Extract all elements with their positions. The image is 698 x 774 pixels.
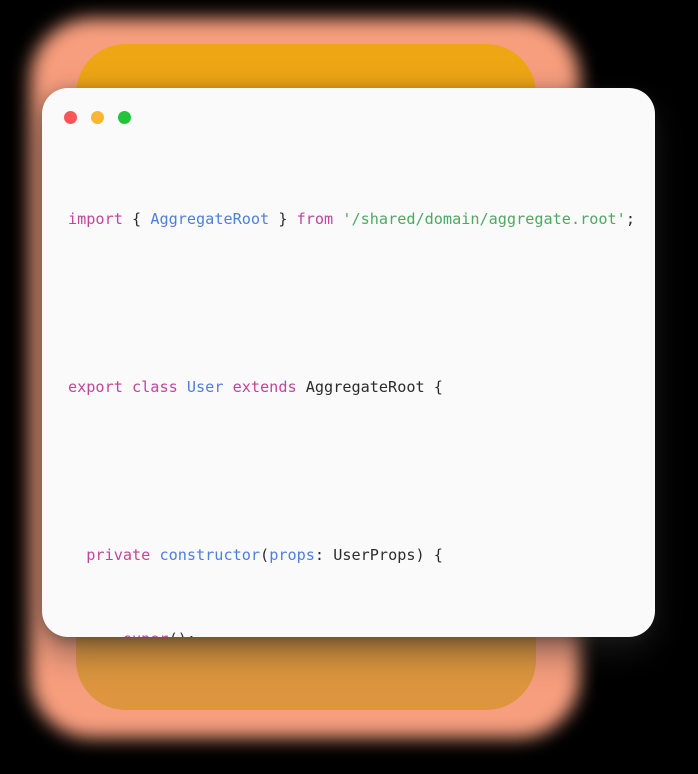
token-user-class-name: User — [186, 378, 224, 396]
token-from-keyword: from — [296, 210, 334, 228]
screenshot-stage: import { AggregateRoot } from '/shared/d… — [0, 0, 698, 774]
token-module-path-string: '/shared/domain/aggregate.root' — [333, 210, 626, 228]
code-block[interactable]: import { AggregateRoot } from '/shared/d… — [42, 146, 655, 637]
token-paren-close-brace: ) { — [415, 546, 443, 564]
token-aggregateroot-super: AggregateRoot — [305, 378, 425, 396]
token-semicolon: ; — [625, 210, 635, 228]
window-controls — [64, 111, 131, 124]
code-editor-card: import { AggregateRoot } from '/shared/d… — [42, 88, 655, 637]
token-props-param: props — [269, 546, 315, 564]
token-private-keyword: private — [68, 546, 160, 564]
token-super-parens: (); — [169, 630, 196, 637]
maximize-button-icon[interactable] — [118, 111, 131, 124]
token-class-keyword: class — [122, 378, 187, 396]
token-open-brace: { — [424, 378, 443, 396]
code-line-4-blank — [68, 461, 629, 482]
minimize-button-icon[interactable] — [91, 111, 104, 124]
token-import-keyword: import — [68, 210, 123, 228]
code-line-3: export class User extends AggregateRoot … — [68, 377, 629, 398]
code-line-5: private constructor(props: UserProps) { — [68, 545, 629, 566]
token-paren-open: ( — [260, 546, 270, 564]
close-button-icon[interactable] — [64, 111, 77, 124]
token-colon: : — [314, 546, 334, 564]
token-brace-close: } — [269, 210, 297, 228]
token-constructor-name: constructor — [159, 546, 261, 564]
code-line-6: super(); — [68, 629, 629, 637]
code-line-1: import { AggregateRoot } from '/shared/d… — [68, 209, 635, 230]
token-brace-open: { — [122, 210, 151, 228]
token-super-call: super — [68, 630, 169, 637]
token-aggregateroot-type: AggregateRoot — [150, 210, 270, 228]
token-export-keyword: export — [68, 378, 123, 396]
code-line-2-blank — [68, 293, 629, 314]
token-extends-keyword: extends — [223, 378, 306, 396]
token-userprops-type: UserProps — [333, 546, 416, 564]
